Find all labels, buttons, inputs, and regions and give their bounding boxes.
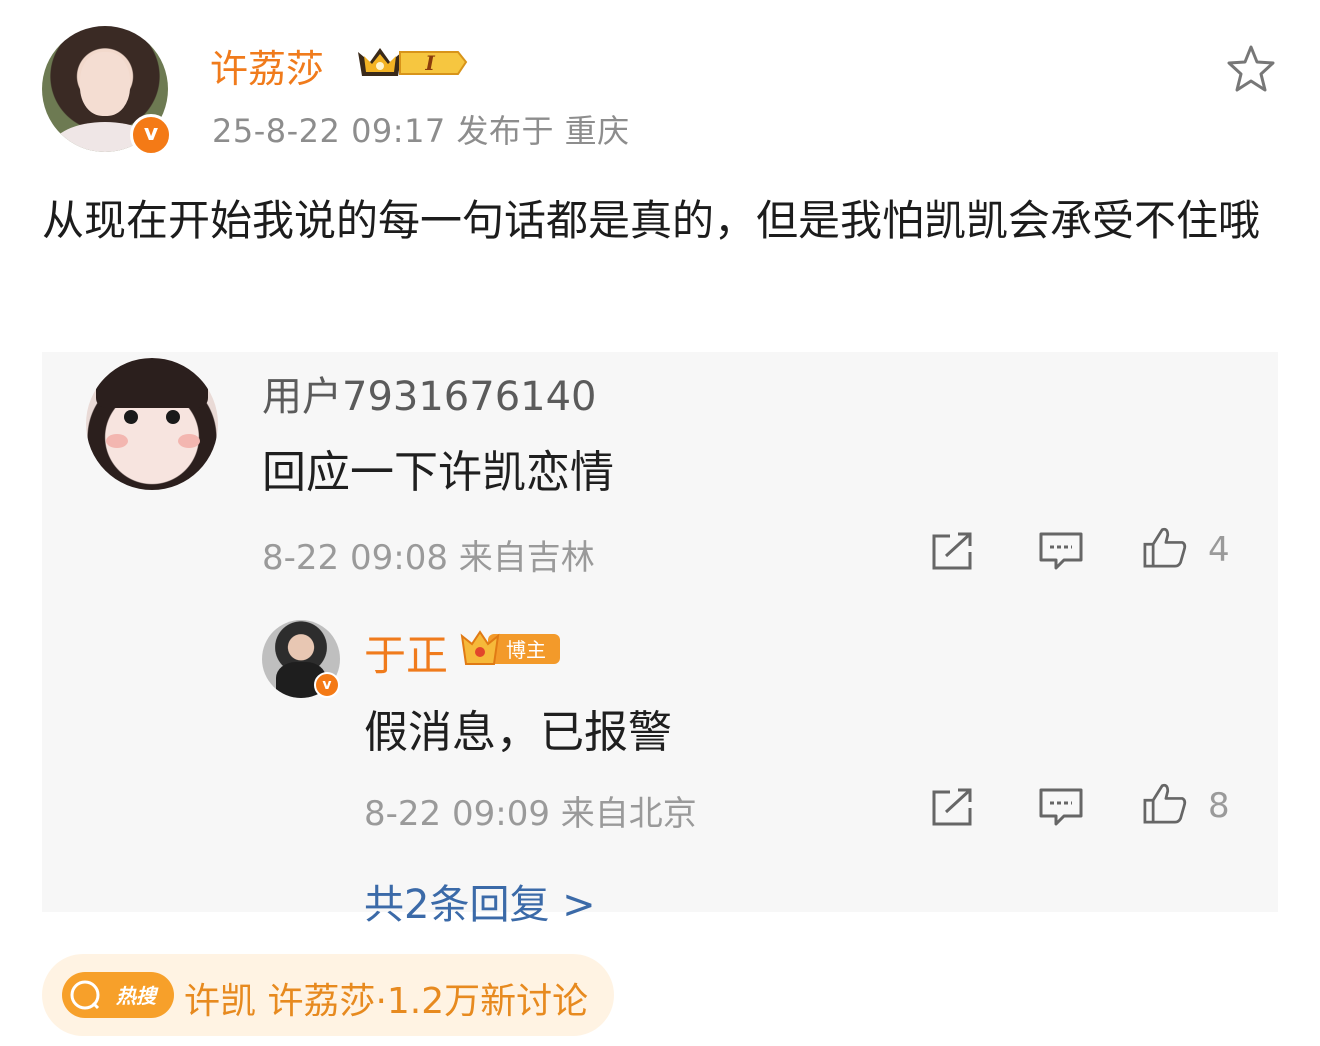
hot-search-text[interactable]: 许凯 许荔莎·1.2万新讨论 bbox=[184, 972, 588, 1024]
more-replies-link[interactable]: 共2条回复 > bbox=[364, 872, 596, 930]
svg-text:热搜: 热搜 bbox=[115, 984, 159, 1008]
comment-like-count: 4 bbox=[1208, 530, 1230, 570]
reply-text: 假消息，已报警 bbox=[364, 707, 672, 758]
like-icon[interactable] bbox=[1142, 526, 1188, 568]
like-icon[interactable] bbox=[1142, 782, 1188, 824]
reply-like-count: 8 bbox=[1208, 786, 1230, 826]
svg-text:博主: 博主 bbox=[506, 638, 546, 662]
comment-text: 回应一下许凯恋情 bbox=[262, 447, 614, 498]
share-icon[interactable] bbox=[930, 786, 976, 828]
verified-icon: v bbox=[314, 672, 340, 698]
star-icon[interactable] bbox=[1224, 42, 1278, 96]
blogger-badge: 博主 bbox=[460, 630, 560, 665]
post-meta: 25-8-22 09:17 发布于 重庆 bbox=[212, 112, 630, 150]
commenter-avatar[interactable] bbox=[86, 358, 218, 490]
member-level-badge: I bbox=[358, 48, 468, 76]
reply-user-name[interactable]: 于正 bbox=[364, 622, 448, 683]
post-text: 从现在开始我说的每一句话都是真的，但是我怕凯凯会承受不住哦 bbox=[42, 196, 1261, 245]
comment-icon[interactable] bbox=[1038, 530, 1084, 572]
hot-search-tag: 热搜 bbox=[62, 972, 174, 1018]
commenter-name[interactable]: 用户7931676140 bbox=[262, 364, 597, 422]
comment-icon[interactable] bbox=[1038, 786, 1084, 828]
reply-meta: 8-22 09:09 来自北京 bbox=[364, 794, 697, 834]
author-name[interactable]: 许荔莎 bbox=[210, 38, 324, 93]
svg-text:I: I bbox=[424, 51, 435, 75]
share-icon[interactable] bbox=[930, 530, 976, 572]
comment-meta: 8-22 09:08 来自吉林 bbox=[262, 538, 595, 578]
verified-icon: v bbox=[130, 114, 172, 156]
